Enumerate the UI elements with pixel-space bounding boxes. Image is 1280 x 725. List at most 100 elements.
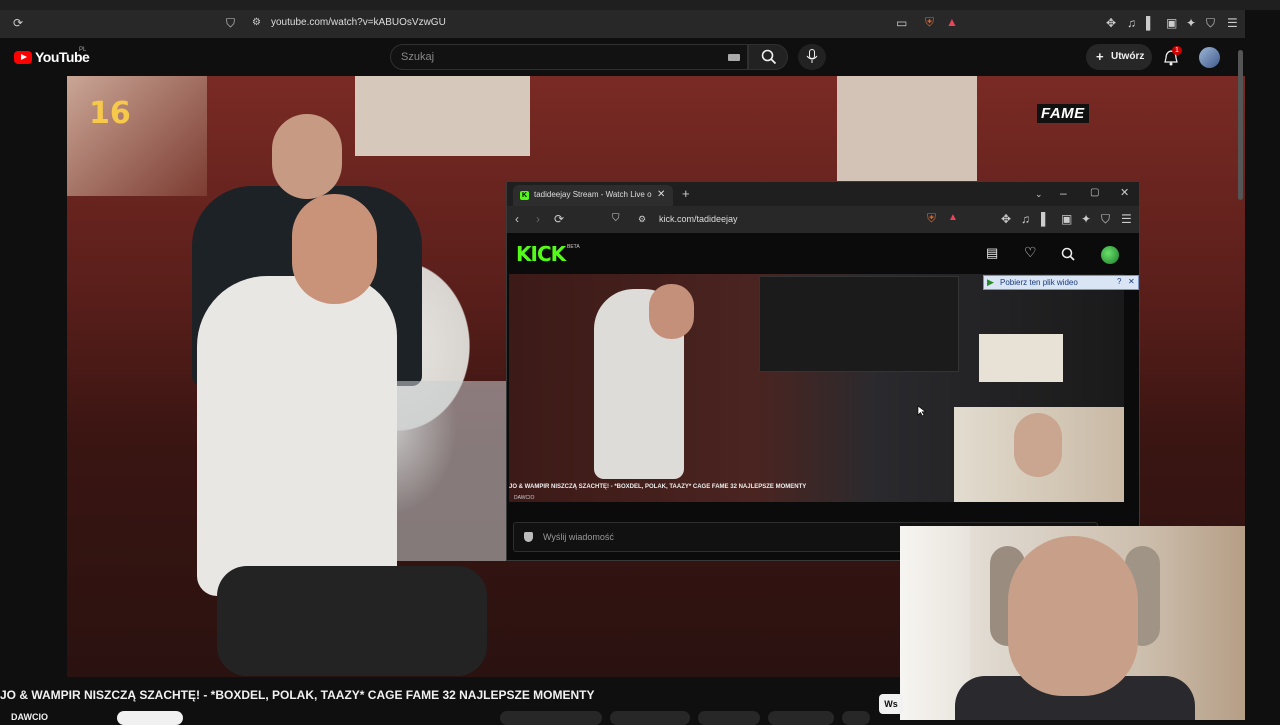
minimize-icon[interactable]: – [1060, 186, 1067, 200]
search-button[interactable] [748, 44, 788, 70]
popup-tab[interactable]: K tadideejay Stream - Watch Live o ✕ [513, 185, 673, 206]
site-info-icon[interactable]: ⚙ [252, 16, 261, 30]
video-background [837, 76, 977, 191]
brave-rewards-icon[interactable]: ▲ [948, 211, 958, 225]
tab-search-icon[interactable]: ⌄ [1035, 187, 1043, 201]
kick-browser-window[interactable]: K tadideejay Stream - Watch Live o ✕ + ⌄… [506, 181, 1140, 561]
media-icon[interactable]: ♫ [1021, 212, 1030, 226]
plus-icon: + [1096, 49, 1104, 64]
back-icon[interactable]: ‹ [515, 212, 519, 226]
create-label: Utwórz [1111, 51, 1145, 62]
site-info-icon[interactable]: ⚙ [638, 212, 646, 226]
popup-url-text[interactable]: kick.com/tadideejay [659, 214, 738, 224]
voice-search-button[interactable] [798, 44, 826, 70]
youtube-header: YouTube PL Szukaj + Utwórz 1 [0, 38, 1245, 76]
video-background [355, 76, 530, 156]
more-actions-button[interactable] [842, 711, 870, 725]
browse-icon[interactable]: ▤ [986, 246, 998, 260]
stream-figure [649, 284, 694, 339]
search-icon [761, 49, 777, 65]
kick-logo[interactable]: KICK [516, 242, 566, 266]
media-icon[interactable]: ♫ [1127, 16, 1136, 30]
download-video-bar[interactable]: ▶ Pobierz ten plik wideo ? ✕ [983, 275, 1139, 290]
microphone-icon [806, 49, 818, 63]
video-figure [292, 194, 377, 304]
menu-icon[interactable]: ☰ [1227, 16, 1238, 30]
kick-favicon-icon: K [520, 191, 529, 200]
extensions-icon[interactable]: ✥ [1001, 212, 1011, 226]
video-figure [217, 566, 487, 676]
maximize-icon[interactable]: ▢ [1090, 186, 1099, 200]
video-title: JO & WAMPIR NISZCZĄ SZACHTĘ! - *BOXDEL, … [0, 688, 595, 702]
browser-tab-strip [0, 0, 1280, 10]
reload-icon[interactable]: ⟳ [554, 212, 564, 226]
video-figure [272, 114, 342, 199]
vpn-icon[interactable]: ⛉ [1101, 212, 1110, 226]
reload-icon[interactable]: ⟳ [13, 16, 23, 30]
avatar[interactable] [1199, 47, 1220, 68]
play-icon [21, 54, 27, 60]
close-icon[interactable]: ✕ [1128, 277, 1135, 286]
scrollbar-thumb[interactable] [1238, 50, 1243, 200]
brave-shield-icon[interactable]: ⛨ [925, 15, 934, 29]
url-text[interactable]: youtube.com/watch?v=kABUOsVzwGU [271, 17, 446, 28]
webcam-figure [1008, 536, 1138, 696]
share-button[interactable] [610, 711, 690, 725]
subscribe-button[interactable] [117, 711, 183, 725]
stream-figure [1014, 413, 1062, 477]
notification-count: 1 [1172, 46, 1182, 55]
brave-rewards-icon[interactable]: ▲ [946, 15, 958, 29]
clip-button[interactable] [768, 711, 834, 725]
beta-badge: BETA [567, 244, 580, 250]
download-play-icon: ▶ [987, 277, 994, 287]
mouse-cursor-icon [917, 405, 927, 417]
bookmark-icon[interactable]: ⛉ [226, 16, 235, 30]
inner-channel-name: DAWCIO [514, 495, 535, 501]
forward-icon[interactable]: › [536, 212, 540, 226]
fame-logo: FAME [1037, 104, 1089, 123]
close-tab-icon[interactable]: ✕ [657, 188, 665, 202]
following-heart-icon[interactable]: ♡ [1024, 245, 1037, 259]
user-avatar[interactable] [1101, 246, 1119, 264]
overlay-button[interactable]: Ws [879, 694, 903, 714]
create-button[interactable]: + Utwórz [1086, 44, 1152, 70]
menu-icon[interactable]: ☰ [1121, 212, 1132, 226]
scrollbar-track [1245, 38, 1280, 720]
popup-tab-title: tadideejay Stream - Watch Live o [534, 190, 652, 199]
nested-webcam [979, 334, 1063, 382]
search-placeholder: Szukaj [401, 51, 435, 63]
bookmark-icon[interactable]: ⛉ [612, 212, 620, 226]
extensions-icon[interactable]: ✥ [1106, 16, 1116, 30]
streamer-webcam [954, 407, 1124, 502]
video-figure [197, 276, 397, 596]
search-icon[interactable] [1061, 247, 1075, 261]
wallet-icon[interactable]: ▣ [1166, 16, 1177, 30]
sidebar-icon[interactable]: ▌ [1041, 212, 1050, 226]
download-button[interactable] [698, 711, 760, 725]
shield-icon [524, 532, 533, 542]
streamer-webcam-overlay [900, 526, 1245, 720]
close-window-icon[interactable]: ✕ [1120, 186, 1129, 200]
download-label[interactable]: Pobierz ten plik wideo [1000, 278, 1078, 287]
vpn-icon[interactable]: ⛉ [1206, 16, 1215, 30]
leo-icon[interactable]: ✦ [1186, 16, 1196, 30]
new-tab-icon[interactable]: + [682, 187, 690, 201]
cast-icon[interactable]: ▭ [896, 16, 907, 30]
video-background [67, 76, 207, 196]
keyboard-icon[interactable] [728, 54, 740, 61]
leo-icon[interactable]: ✦ [1081, 212, 1091, 226]
sidebar-icon[interactable]: ▌ [1146, 16, 1155, 30]
popup-address-bar: ‹ › ⟳ ⛉ ⚙ kick.com/tadideejay ⛨ ▲ ✥ ♫ ▌ … [507, 206, 1139, 233]
help-icon[interactable]: ? [1117, 277, 1121, 286]
brave-shield-icon[interactable]: ⛨ [927, 211, 936, 225]
kick-stream-player[interactable]: JO & WAMPIR NISZCZĄ SZACHTĘ! - *BOXDEL, … [509, 274, 1124, 502]
nested-screen [759, 276, 959, 372]
search-input[interactable]: Szukaj [390, 44, 748, 70]
chat-placeholder: Wyślij wiadomość [543, 532, 614, 542]
region-code: PL [79, 47, 87, 53]
like-dislike-button[interactable] [500, 711, 602, 725]
age-rating-badge: 16 [89, 96, 131, 131]
kick-navbar: KICK BETA ▤ ♡ [507, 233, 1139, 273]
channel-name[interactable]: DAWCIO [11, 712, 48, 722]
wallet-icon[interactable]: ▣ [1061, 212, 1072, 226]
